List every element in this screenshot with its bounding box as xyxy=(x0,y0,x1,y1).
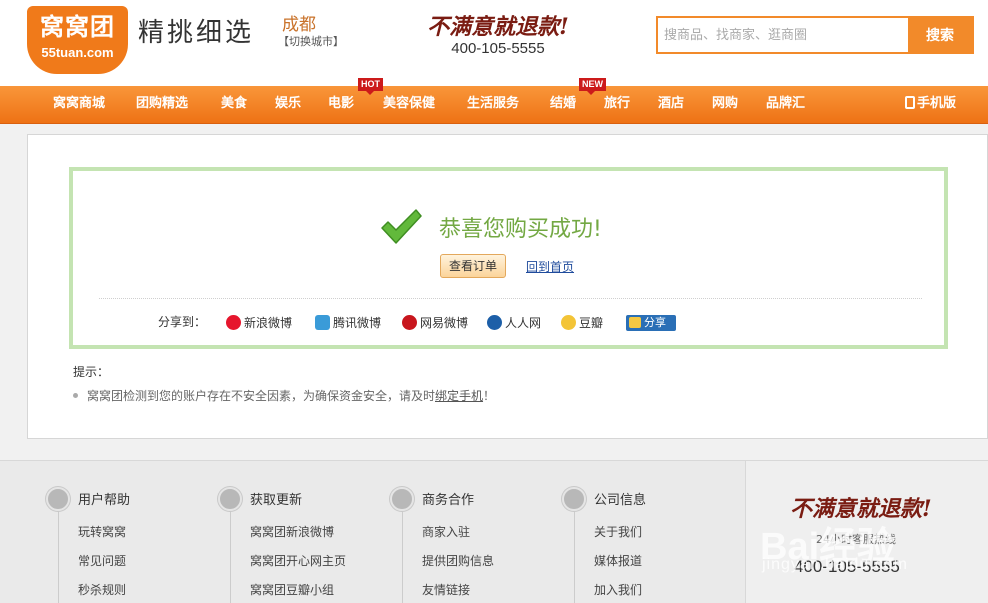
site-header: 窝窝团 55tuan.com 精挑细选 成都 【切换城市】 不满意就退款! 40… xyxy=(0,0,988,86)
refund-guarantee-title: 不满意就退款! xyxy=(427,14,569,40)
nav-item-entertainment[interactable]: 娱乐 xyxy=(275,86,301,124)
share-more-label: 分享 xyxy=(644,316,666,329)
phone-icon xyxy=(905,96,915,109)
nav-item-wedding-label: 结婚 xyxy=(550,96,577,111)
share-douban-label: 豆瓣 xyxy=(579,316,604,330)
douban-icon xyxy=(561,315,576,330)
footer-line xyxy=(402,505,403,603)
footer-link[interactable]: 窝窝团豆瓣小组 xyxy=(250,581,334,598)
nav-item-travel[interactable]: 旅行 xyxy=(604,86,630,124)
security-tip-text: 窝窝团检测到您的账户存在不安全因素，为确保资金安全，请及时 xyxy=(87,389,436,403)
share-netease-weibo[interactable]: 网易微博 xyxy=(402,314,468,331)
footer-line xyxy=(230,505,231,603)
rss-icon xyxy=(218,487,242,511)
netease-weibo-icon xyxy=(402,315,417,330)
footer-link[interactable]: 秒杀规则 xyxy=(78,581,126,598)
footer-col-business: 商务合作 商家入驻 提供团购信息 友情链接 xyxy=(388,461,558,603)
edit-icon xyxy=(562,487,586,511)
bullet-icon xyxy=(73,393,78,398)
hot-badge: HOT xyxy=(358,78,383,95)
main-nav: 窝窝商城 团购精选 美食 娱乐 电影 HOT 美容保健 生活服务 结婚 NEW … xyxy=(0,78,988,124)
footer-col-title: 商务合作 xyxy=(422,493,475,508)
nav-item-wedding[interactable]: 结婚 NEW xyxy=(550,78,606,124)
sina-weibo-icon xyxy=(226,315,241,330)
footer-link[interactable]: 媒体报道 xyxy=(594,552,642,569)
nav-item-online-shopping[interactable]: 网购 xyxy=(712,86,738,124)
nav-item-food[interactable]: 美食 xyxy=(221,86,247,124)
current-city: 成都 xyxy=(282,15,316,35)
divider xyxy=(99,298,922,299)
footer-col-updates: 获取更新 窝窝团新浪微博 窝窝团开心网主页 窝窝团豆瓣小组 xyxy=(216,461,386,603)
nav-item-mall[interactable]: 窝窝商城 xyxy=(53,86,105,124)
footer-col-help: 用户帮助 玩转窝窝 常见问题 秒杀规则 xyxy=(44,461,214,603)
footer-link[interactable]: 商家入驻 xyxy=(422,523,470,540)
renren-icon xyxy=(487,315,502,330)
share-renren-label: 人人网 xyxy=(505,316,542,330)
lightbulb-icon xyxy=(46,487,70,511)
share-more-button[interactable]: 分享 xyxy=(626,315,676,331)
footer-line xyxy=(574,505,575,603)
share-netease-weibo-label: 网易微博 xyxy=(420,316,469,330)
footer-col-title: 获取更新 xyxy=(250,493,303,508)
logo-main-text: 窝窝团 xyxy=(40,12,115,41)
nav-item-movie[interactable]: 电影 HOT xyxy=(328,78,383,124)
nav-item-hotel[interactable]: 酒店 xyxy=(658,86,684,124)
mobile-version-label: 手机版 xyxy=(917,96,957,111)
share-douban[interactable]: 豆瓣 xyxy=(561,314,603,331)
mobile-version-link[interactable]: 手机版 xyxy=(905,86,956,124)
briefcase-icon xyxy=(390,487,414,511)
switch-city-link[interactable]: 【切换城市】 xyxy=(278,33,344,49)
security-tip-suffix: ！ xyxy=(483,389,496,403)
tips-title: 提示： xyxy=(73,365,110,379)
slogan: 精挑细选 xyxy=(138,18,255,48)
main-panel: 恭喜您购买成功! 查看订单 回到首页 分享到： 新浪微博 腾讯微博 网易微博 人… xyxy=(27,134,988,439)
success-message: 恭喜您购买成功! xyxy=(439,217,602,242)
footer-col-title: 公司信息 xyxy=(594,493,647,508)
share-tencent-weibo[interactable]: 腾讯微博 xyxy=(315,314,381,331)
search-button[interactable]: 搜索 xyxy=(908,18,972,52)
nav-item-beauty[interactable]: 美容保健 xyxy=(383,86,435,124)
share-tencent-weibo-label: 腾讯微博 xyxy=(333,316,382,330)
hotline-number: 400-105-5555 xyxy=(451,40,545,57)
share-label: 分享到： xyxy=(158,315,207,329)
footer-link[interactable]: 提供团购信息 xyxy=(422,552,494,569)
search-input[interactable] xyxy=(658,18,908,52)
footer-line xyxy=(58,505,59,603)
nav-item-life-service[interactable]: 生活服务 xyxy=(467,86,519,124)
back-home-link[interactable]: 回到首页 xyxy=(526,258,574,275)
share-renren[interactable]: 人人网 xyxy=(487,314,541,331)
check-icon xyxy=(381,209,422,244)
refund-guarantee: 不满意就退款! 400-105-5555 xyxy=(423,14,573,58)
footer-link[interactable]: 常见问题 xyxy=(78,552,126,569)
footer-link[interactable]: 关于我们 xyxy=(594,523,642,540)
footer-link[interactable]: 玩转窝窝 xyxy=(78,523,126,540)
footer-link[interactable]: 友情链接 xyxy=(422,581,470,598)
watermark-url: jingyan.baidu.com xyxy=(762,556,908,573)
purchase-success-box: 恭喜您购买成功! 查看订单 回到首页 分享到： 新浪微博 腾讯微博 网易微博 人… xyxy=(69,167,948,349)
footer-link[interactable]: 窝窝团新浪微博 xyxy=(250,523,334,540)
nav-item-brands[interactable]: 品牌汇 xyxy=(766,86,805,124)
bind-phone-link[interactable]: 绑定手机 xyxy=(435,389,483,403)
nav-item-selection[interactable]: 团购精选 xyxy=(136,86,188,124)
tencent-weibo-icon xyxy=(315,315,330,330)
share-sina-weibo[interactable]: 新浪微博 xyxy=(226,314,292,331)
security-tip: 窝窝团检测到您的账户存在不安全因素，为确保资金安全，请及时绑定手机！ xyxy=(73,387,495,404)
footer-col-company: 公司信息 关于我们 媒体报道 加入我们 xyxy=(560,461,730,603)
site-logo[interactable]: 窝窝团 55tuan.com xyxy=(27,6,128,74)
footer-link[interactable]: 窝窝团开心网主页 xyxy=(250,552,346,569)
footer-link[interactable]: 加入我们 xyxy=(594,581,642,598)
view-order-button[interactable]: 查看订单 xyxy=(440,254,506,278)
footer-col-title: 用户帮助 xyxy=(78,493,131,508)
search-box: 搜索 xyxy=(656,16,974,54)
new-badge: NEW xyxy=(579,78,606,95)
nav-item-movie-label: 电影 xyxy=(328,96,355,111)
share-icon xyxy=(629,317,641,328)
share-sina-weibo-label: 新浪微博 xyxy=(244,316,293,330)
logo-domain-text: 55tuan.com xyxy=(41,45,114,60)
